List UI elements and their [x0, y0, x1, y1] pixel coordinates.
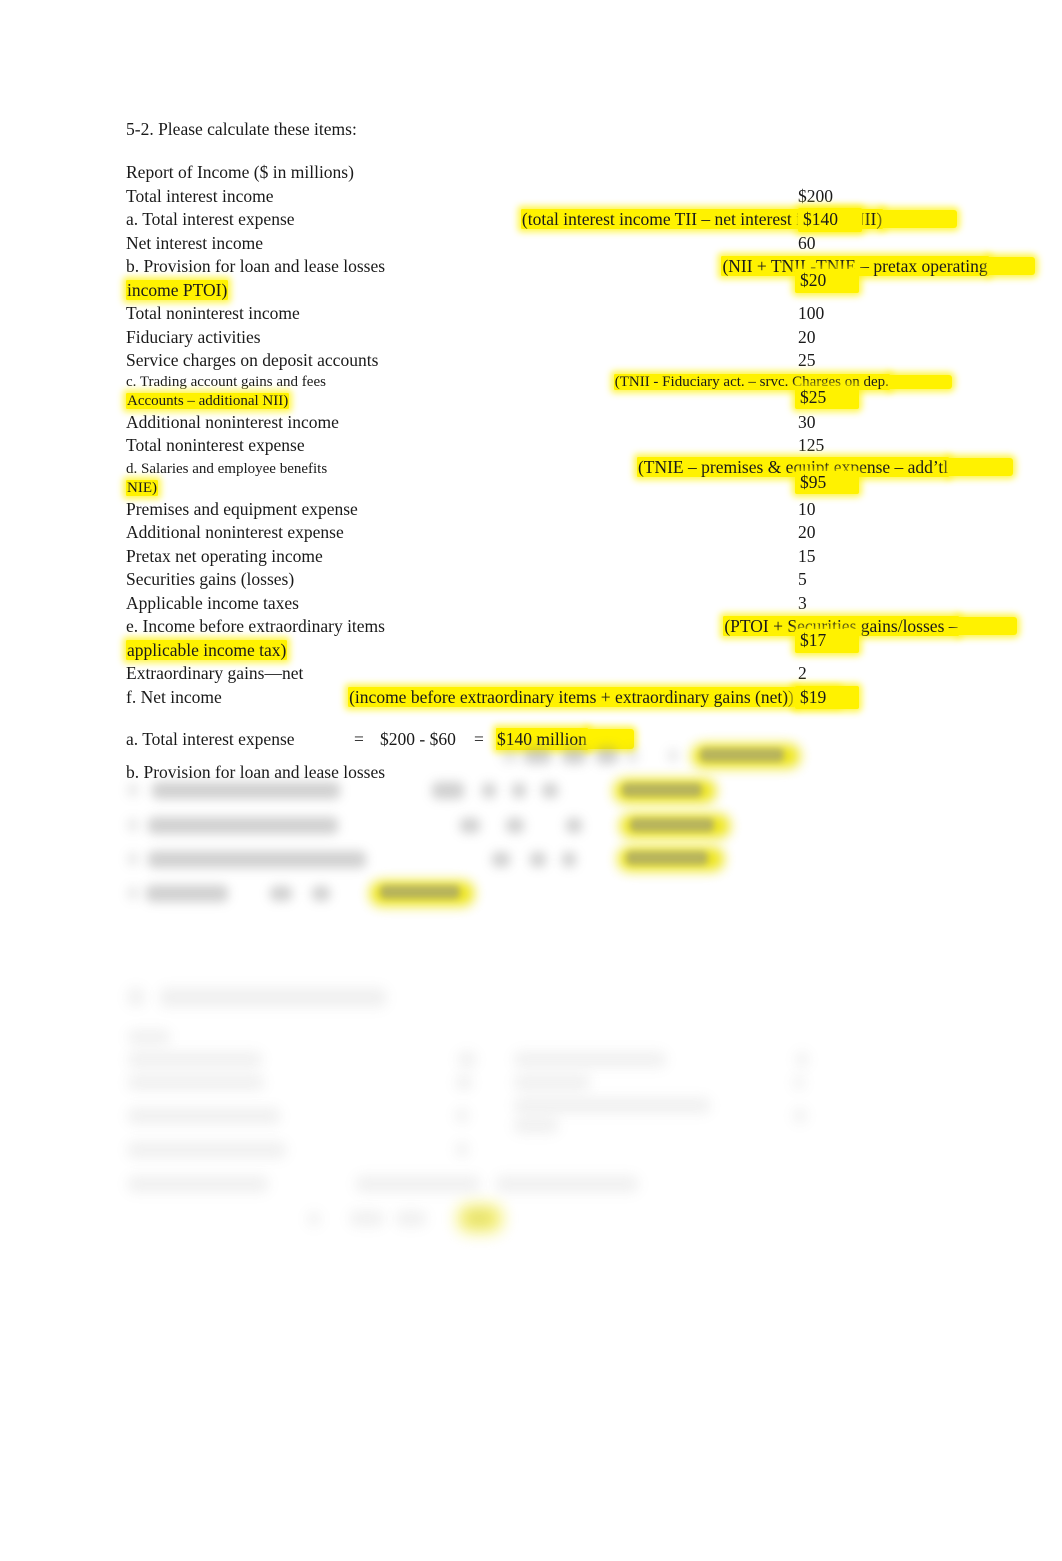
row-label: Total noninterest income — [126, 303, 300, 323]
row-label: b. Provision for loan and lease losses — [126, 256, 386, 276]
report-of-income-table: Total interest income $200 a. Total inte… — [126, 185, 989, 709]
worked-answer-row: b. Provision for loan and lease losses — [126, 761, 856, 794]
row-label: d. Salaries and employee benefits — [126, 460, 328, 477]
row-value: $19 — [795, 685, 859, 709]
table-row: a. Total interest expense (total interes… — [126, 208, 884, 232]
row-label-continued: NIE) — [126, 479, 158, 496]
row-label: Additional noninterest income — [126, 411, 339, 432]
page-title: 5-2. Please calculate these items: — [126, 119, 357, 139]
equals-sign: = — [474, 729, 484, 749]
table-row: f. Net income (income before extraordina… — [126, 685, 859, 709]
row-label: Total interest income — [126, 185, 274, 206]
row-value: $140 — [798, 208, 862, 232]
table-row: Additional noninterest expense 20 — [126, 521, 856, 545]
row-value: 20 — [798, 326, 816, 347]
table-row: d. Salaries and employee benefits (TNIE … — [126, 456, 950, 498]
row-value: 3 — [798, 592, 807, 613]
table-row: Fiduciary activities 20 — [126, 326, 856, 350]
document-content: 5-2. Please calculate these items: Repor… — [126, 118, 989, 794]
row-value: $20 — [795, 269, 859, 293]
table-row: Total noninterest expense 125 — [126, 434, 856, 458]
worked-answer-label: b. Provision for loan and lease losses — [126, 762, 386, 782]
table-row: e. Income before extraordinary items (PT… — [126, 615, 959, 662]
row-annotation: (TNIE – premises & equipt expense – add’… — [636, 456, 950, 477]
section-heading: Report of Income ($ in millions) — [126, 162, 354, 182]
row-label: f. Net income — [126, 686, 222, 707]
row-value: 25 — [798, 350, 816, 370]
row-value: 20 — [798, 522, 816, 542]
table-row: Additional noninterest income 30 — [126, 411, 856, 435]
worked-answer-row: a. Total interest expense = $200 - $60 =… — [126, 728, 856, 761]
table-row: Service charges on deposit accounts 25 — [126, 349, 856, 373]
row-value: 30 — [798, 411, 816, 432]
row-value: 2 — [798, 663, 807, 683]
row-label: a. Total interest expense — [126, 209, 295, 229]
row-label: Fiduciary activities — [126, 326, 261, 347]
row-value: 100 — [798, 303, 825, 323]
row-label: Additional noninterest expense — [126, 522, 344, 542]
document-page: 5-2. Please calculate these items: Repor… — [0, 0, 1062, 1561]
worked-answers-block: a. Total interest expense = $200 - $60 =… — [126, 728, 856, 794]
table-row: Extraordinary gains—net 2 — [126, 662, 856, 686]
row-label: Extraordinary gains—net — [126, 663, 304, 683]
row-label: Applicable income taxes — [126, 592, 299, 613]
table-row: Securities gains (losses) 5 — [126, 568, 856, 592]
row-annotation: (income before extraordinary items + ext… — [348, 686, 795, 707]
row-label: e. Income before extraordinary items — [126, 616, 385, 636]
row-value: 60 — [798, 232, 816, 253]
row-value: 125 — [798, 435, 825, 455]
row-label-continued: Accounts – additional NII) — [126, 392, 290, 409]
row-value: $17 — [795, 629, 859, 653]
row-label-continued: applicable income tax) — [126, 639, 288, 660]
table-row: Pretax net operating income 15 — [126, 545, 856, 569]
row-value: 10 — [798, 498, 816, 519]
worked-answer-expression: $200 - $60 — [380, 729, 456, 749]
table-row: c. Trading account gains and fees (TNII … — [126, 373, 890, 411]
row-value: 15 — [798, 545, 816, 566]
row-label: Securities gains (losses) — [126, 569, 295, 589]
table-row: Net interest income 60 — [126, 232, 856, 256]
row-label: Service charges on deposit accounts — [126, 350, 379, 370]
equals-sign: = — [354, 729, 364, 749]
row-value: $25 — [795, 385, 859, 409]
row-label: Premises and equipment expense — [126, 498, 358, 519]
worked-answer-label: a. Total interest expense — [126, 729, 295, 749]
worked-answer-result: $140 million — [496, 728, 634, 750]
row-value: $95 — [795, 470, 859, 494]
row-label: c. Trading account gains and fees — [126, 373, 326, 390]
row-value: $200 — [798, 185, 833, 206]
table-row: Total noninterest income 100 — [126, 302, 856, 326]
table-row: b. Provision for loan and lease losses (… — [126, 255, 989, 302]
row-label-continued: income PTOI) — [126, 279, 229, 300]
table-row: Applicable income taxes 3 — [126, 592, 856, 616]
table-row: Total interest income $200 — [126, 185, 856, 209]
row-value: 5 — [798, 569, 807, 589]
table-row: Premises and equipment expense 10 — [126, 498, 856, 522]
row-label: Total noninterest expense — [126, 435, 305, 455]
row-label: Net interest income — [126, 232, 264, 253]
row-label: Pretax net operating income — [126, 545, 323, 566]
